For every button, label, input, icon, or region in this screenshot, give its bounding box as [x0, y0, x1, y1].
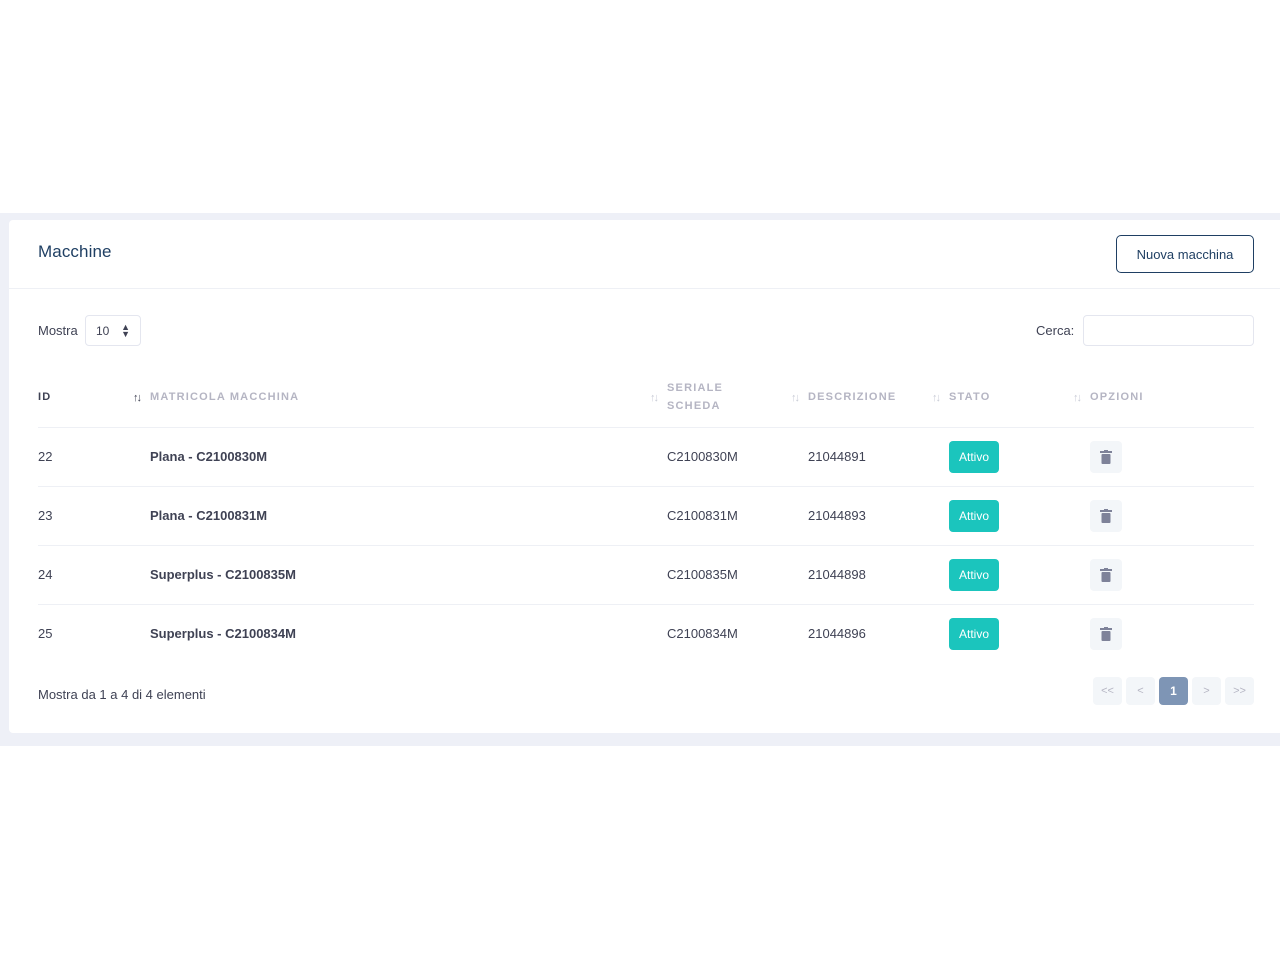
cell-seriale: C2100835M — [667, 545, 808, 605]
column-header-descrizione[interactable]: DESCRIZIONE ↑↓ — [808, 368, 949, 428]
cell-descrizione: 21044893 — [808, 486, 949, 546]
trash-icon — [1100, 449, 1112, 464]
sort-arrows-icon: ↑↓ — [791, 392, 800, 404]
cell-seriale: C2100834M — [667, 626, 738, 642]
column-header-label: STATO — [949, 391, 991, 404]
column-header-seriale[interactable]: SERIALE SCHEDA ↑↓ — [667, 368, 808, 428]
trash-icon — [1100, 626, 1112, 641]
cell-matricola: Plana - C2100830M — [150, 427, 667, 487]
table-row: 24 Superplus - C2100835M C2100835M 21044… — [38, 545, 1254, 605]
column-header-label: ID — [38, 391, 52, 404]
cell-opzioni — [1090, 427, 1254, 487]
card-header: Macchine Nuova macchina — [9, 220, 1280, 289]
cell-seriale: C2100830M — [667, 427, 808, 487]
cell-stato: Attivo — [949, 545, 1090, 605]
status-badge: Attivo — [949, 440, 1000, 473]
page-length-label: Mostra — [38, 323, 78, 338]
pagination: << < 1 > >> — [1093, 677, 1254, 705]
delete-button[interactable] — [1090, 499, 1122, 532]
column-header-id[interactable]: ID ↑↓ — [38, 368, 150, 428]
column-header-opzioni: OPZIONI — [1090, 368, 1254, 428]
machines-card: Macchine Nuova macchina Mostra 10 ▲ ▼ Cer… — [9, 220, 1280, 733]
cell-descrizione: 21044898 — [808, 545, 949, 605]
cell-id: 23 — [38, 486, 150, 546]
cell-opzioni — [1090, 545, 1254, 605]
cell-stato: Attivo — [949, 486, 1090, 546]
cell-descrizione: 21044891 — [808, 427, 949, 487]
table-row: 23 Plana - C2100831M C2100831M 21044893 … — [38, 486, 1254, 546]
cell-stato: Attivo — [949, 427, 1090, 487]
column-header-label: DESCRIZIONE — [808, 391, 897, 404]
search-input[interactable] — [1083, 315, 1254, 346]
cell-matricola: Superplus - C2100835M — [150, 545, 667, 605]
sort-arrows-icon: ↑↓ — [650, 392, 659, 404]
delete-button[interactable] — [1090, 440, 1122, 473]
delete-button[interactable] — [1090, 617, 1122, 650]
cell-id: 24 — [38, 545, 150, 605]
cell-id: 25 — [38, 626, 53, 642]
select-caret-icon: ▲ ▼ — [121, 322, 130, 339]
sort-arrows-icon: ↑↓ — [932, 392, 941, 404]
pagination-prev-button[interactable]: < — [1126, 677, 1155, 705]
machines-table: ID ↑↓ MATRICOLA MACCHINA ↑↓ SERIALE SCHE… — [38, 368, 1254, 663]
page-length-value: 10 — [96, 323, 110, 338]
status-badge: Attivo — [949, 558, 1000, 591]
status-badge: Attivo — [949, 499, 1000, 532]
page-title: Macchine — [38, 242, 112, 261]
delete-button[interactable] — [1090, 558, 1122, 591]
status-badge: Attivo — [949, 617, 1000, 650]
sort-asc-icon: ↑↓ — [133, 392, 142, 404]
table-row: 22 Plana - C2100830M C2100830M 21044891 … — [38, 427, 1254, 487]
column-header-label: OPZIONI — [1090, 391, 1144, 404]
table-row: 25 Superplus - C2100834M C2100834M 21044… — [38, 604, 1254, 663]
column-header-stato[interactable]: STATO ↑↓ — [949, 368, 1090, 428]
table-header-row: ID ↑↓ MATRICOLA MACCHINA ↑↓ SERIALE SCHE… — [38, 368, 1254, 428]
cell-id: 22 — [38, 427, 150, 487]
search-label: Cerca: — [1036, 323, 1075, 338]
cell-stato: Attivo — [949, 604, 1090, 663]
pagination-last-button[interactable]: >> — [1225, 677, 1254, 705]
cell-matricola: Plana - C2100831M — [150, 486, 667, 546]
cell-opzioni — [1090, 486, 1254, 546]
column-header-label: SERIALE SCHEDA — [667, 382, 724, 413]
cell-seriale: C2100831M — [667, 486, 808, 546]
cell-matricola: Superplus - C2100834M — [150, 626, 296, 642]
pagination-first-button[interactable]: << — [1093, 677, 1122, 705]
sort-arrows-icon: ↑↓ — [1073, 392, 1082, 404]
page-length-select[interactable]: 10 ▲ ▼ — [85, 315, 141, 346]
cell-opzioni — [1090, 604, 1254, 663]
pagination-next-button[interactable]: > — [1192, 677, 1221, 705]
trash-icon — [1100, 508, 1112, 523]
cell-descrizione: 21044896 — [808, 626, 866, 642]
column-header-label: MATRICOLA MACCHINA — [150, 391, 300, 404]
column-header-matricola[interactable]: MATRICOLA MACCHINA ↑↓ — [150, 368, 667, 428]
table-toolbar: Mostra 10 ▲ ▼ Cerca: — [9, 315, 1280, 347]
trash-icon — [1100, 567, 1112, 582]
table-info: Mostra da 1 a 4 di 4 elementi — [38, 687, 206, 702]
pagination-page-1[interactable]: 1 — [1159, 677, 1188, 705]
new-machine-button[interactable]: Nuova macchina — [1116, 235, 1254, 273]
